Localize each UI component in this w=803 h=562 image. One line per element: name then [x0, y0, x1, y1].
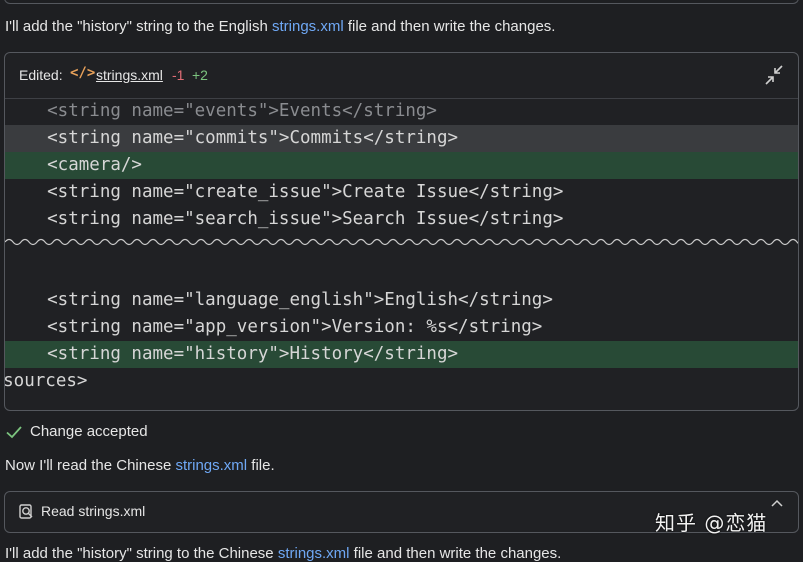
intro-file-link[interactable]: strings.xml — [272, 18, 344, 35]
intro-text-end: file and then write the changes. — [343, 18, 556, 35]
diff-line: <string name="create_issue">Create Issue… — [5, 182, 564, 202]
diff-line-removed: <string name="commits">Commits</string> — [5, 125, 798, 152]
diff-line: <string name="events">Events</string> — [5, 101, 437, 121]
diff-code-view: <string name="events">Events</string> <s… — [5, 99, 798, 410]
intro-text: I'll add the "history" string to the Eng… — [5, 18, 272, 35]
status-text: Change accepted — [30, 423, 148, 440]
read-file-label: Read strings.xml — [41, 503, 146, 519]
read-text-end: file. — [247, 457, 275, 474]
edit-diff-card: Edited: </> strings.xml -1 +2 <string na… — [4, 52, 799, 411]
edited-label: Edited: — [19, 67, 63, 83]
bottom-file-link[interactable]: strings.xml — [278, 545, 350, 562]
additions-count: +2 — [192, 67, 208, 83]
diff-line-added: <camera/> — [5, 152, 798, 179]
read-file-link[interactable]: strings.xml — [175, 457, 247, 474]
edit-card-header[interactable]: Edited: </> strings.xml -1 +2 — [5, 53, 798, 99]
bottom-message: I'll add the "history" string to the Chi… — [5, 545, 561, 562]
edited-file-name[interactable]: strings.xml — [96, 67, 163, 83]
previous-card-bottom — [4, 0, 799, 4]
intro-message: I'll add the "history" string to the Eng… — [5, 18, 555, 35]
collapsed-lines-separator[interactable] — [5, 236, 798, 248]
bottom-text: I'll add the "history" string to the Chi… — [5, 545, 278, 562]
collapse-arrows-icon[interactable] — [762, 63, 786, 87]
deletions-count: -1 — [172, 67, 185, 83]
chevron-up-icon[interactable] — [770, 498, 784, 508]
code-icon: </> — [70, 65, 96, 81]
read-message: Now I'll read the Chinese strings.xml fi… — [5, 457, 275, 474]
diff-line: <string name="search_issue">Search Issue… — [5, 209, 564, 229]
diff-line: <string name="language_english">English<… — [5, 290, 553, 310]
bottom-text-end: file and then write the changes. — [349, 545, 562, 562]
read-text: Now I'll read the Chinese — [5, 457, 176, 474]
diff-line: </resources> — [4, 371, 88, 391]
diff-line-added: <string name="history">History</string> — [5, 341, 798, 368]
watermark: 知乎 @恋猫 — [655, 511, 768, 535]
check-icon — [6, 426, 22, 439]
read-file-icon — [19, 504, 33, 519]
diff-line: <string name="app_version">Version: %s</… — [5, 317, 543, 337]
